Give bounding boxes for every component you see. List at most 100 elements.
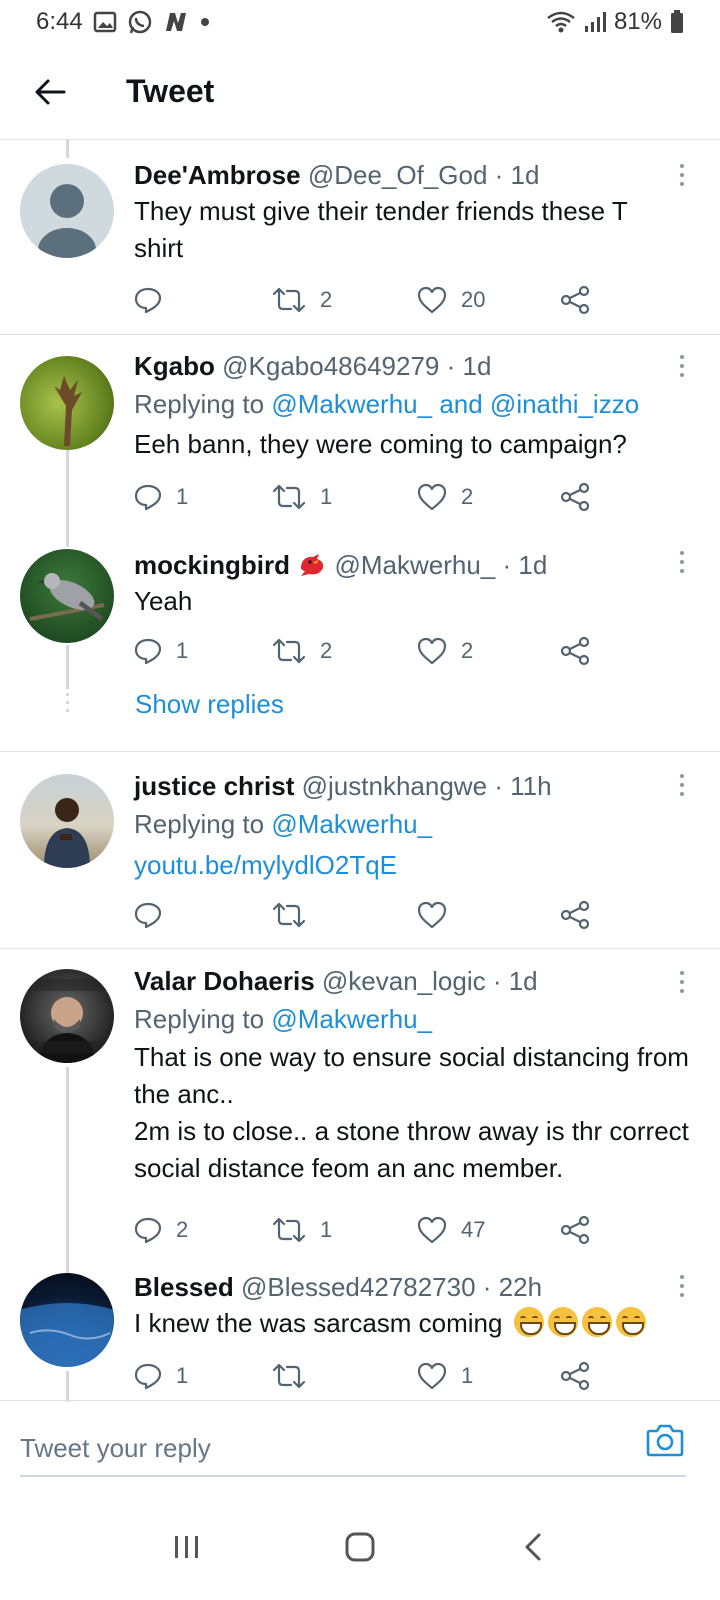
- replying-to: Replying to @Makwerhu_: [134, 1004, 433, 1034]
- replies-feed[interactable]: Dee'Ambrose @Dee_Of_God · 1d They must g…: [0, 140, 720, 1402]
- avatar[interactable]: [20, 969, 114, 1063]
- reply-button[interactable]: 1: [134, 1356, 188, 1396]
- retweet-button[interactable]: [272, 895, 320, 935]
- arrow-left-icon: [35, 79, 66, 104]
- back-button[interactable]: [20, 62, 80, 122]
- thread-line: [66, 140, 69, 158]
- author-handle[interactable]: @justnkhangwe: [302, 771, 487, 801]
- avatar[interactable]: [20, 1273, 114, 1367]
- retweet-button[interactable]: [272, 1356, 320, 1396]
- retweet-button[interactable]: 2: [272, 280, 332, 320]
- page-title: Tweet: [126, 73, 215, 109]
- tweet-item[interactable]: Valar Dohaeris @kevan_logic · 1d Replyin…: [0, 949, 720, 1259]
- tweet-text-continued: 2m is to close.. a stone throw away is t…: [134, 1116, 689, 1183]
- like-button[interactable]: 1: [417, 1356, 473, 1396]
- thread-line: [66, 533, 69, 547]
- retweet-button[interactable]: 2: [272, 631, 332, 671]
- tweet-actions: 1 2 2: [134, 631, 604, 671]
- retweet-icon: [272, 484, 306, 510]
- reply-count: 2: [176, 1217, 189, 1242]
- tweet-actions: 1 1 2: [134, 477, 604, 517]
- retweet-count: 1: [320, 484, 333, 509]
- tweet-item[interactable]: Dee'Ambrose @Dee_Of_God · 1d They must g…: [0, 140, 720, 335]
- thread-line: [66, 645, 69, 689]
- reply-icon: [134, 287, 162, 314]
- retweet-button[interactable]: 1: [272, 477, 332, 517]
- avatar[interactable]: [20, 774, 114, 868]
- mention-link[interactable]: @Makwerhu_: [271, 1004, 432, 1034]
- retweet-button[interactable]: 1: [272, 1210, 332, 1250]
- author-handle[interactable]: @kevan_logic: [322, 966, 486, 996]
- share-icon: [560, 636, 590, 666]
- more-options-button[interactable]: [678, 971, 686, 993]
- share-button[interactable]: [560, 631, 590, 671]
- tweet-text: That is one way to ensure social distanc…: [134, 1042, 689, 1109]
- home-button[interactable]: [330, 1517, 390, 1577]
- avatar[interactable]: [20, 164, 114, 258]
- reply-count: 1: [176, 638, 189, 663]
- battery-percent: 81%: [613, 8, 662, 35]
- share-button[interactable]: [560, 895, 590, 935]
- share-button[interactable]: [560, 477, 590, 517]
- reply-button[interactable]: 2: [134, 1210, 188, 1250]
- author-name[interactable]: Valar Dohaeris: [134, 966, 315, 996]
- mention-link[interactable]: @Makwerhu_ and @inathi_izzo: [271, 389, 639, 419]
- like-button[interactable]: 2: [417, 477, 473, 517]
- retweet-count: 2: [320, 638, 333, 663]
- camera-button[interactable]: [646, 1423, 686, 1463]
- share-button[interactable]: [560, 1210, 590, 1250]
- tweet-time: · 1d: [494, 160, 540, 190]
- author-handle[interactable]: @Makwerhu_: [334, 550, 495, 580]
- more-options-button[interactable]: [678, 355, 686, 377]
- avatar[interactable]: [20, 549, 114, 643]
- author-handle[interactable]: @Blessed42782730: [241, 1272, 476, 1302]
- mention-link[interactable]: @Makwerhu_: [271, 809, 432, 839]
- tweet-item[interactable]: justice christ @justnkhangwe · 11h Reply…: [0, 752, 720, 949]
- share-button[interactable]: [560, 280, 590, 320]
- reply-icon: [134, 638, 162, 665]
- more-options-button[interactable]: [678, 164, 686, 186]
- tweet-item[interactable]: Kgabo @Kgabo48649279 · 1d Replying to @M…: [0, 335, 720, 533]
- status-bar: 6:44 81%: [0, 0, 720, 44]
- back-nav-button[interactable]: [503, 1517, 563, 1577]
- author-name[interactable]: Kgabo: [134, 351, 215, 381]
- recents-button[interactable]: [157, 1517, 217, 1577]
- reply-icon: [134, 1363, 162, 1390]
- author-handle[interactable]: @Dee_Of_God: [308, 160, 488, 190]
- retweet-icon: [272, 902, 306, 928]
- like-count: 47: [461, 1217, 486, 1242]
- reply-input[interactable]: [20, 1421, 686, 1477]
- tweet-item[interactable]: Blessed @Blessed42782730 · 22h I knew th…: [0, 1259, 720, 1402]
- tweet-link[interactable]: youtu.be/mylydlO2TqE: [134, 844, 690, 886]
- like-button[interactable]: [417, 895, 461, 935]
- earth-photo-icon: [20, 1303, 114, 1367]
- author-handle[interactable]: @Kgabo48649279: [222, 351, 439, 381]
- more-options-button[interactable]: [678, 774, 686, 796]
- wifi-icon: [546, 10, 576, 34]
- tweet-item[interactable]: mockingbird @Makwerhu_ · 1d Yeah 1 2 2 S…: [0, 533, 720, 752]
- avatar[interactable]: [20, 356, 114, 450]
- reply-button[interactable]: 1: [134, 631, 188, 671]
- author-name[interactable]: Blessed: [134, 1272, 234, 1302]
- more-options-button[interactable]: [678, 551, 686, 573]
- grinning-emoji-icon: [547, 1307, 578, 1337]
- show-replies-link[interactable]: Show replies: [135, 689, 284, 720]
- default-avatar-icon: [38, 184, 96, 258]
- reply-button[interactable]: [134, 280, 176, 320]
- retweet-icon: [272, 638, 306, 664]
- like-button[interactable]: 47: [417, 1210, 485, 1250]
- like-button[interactable]: 2: [417, 631, 473, 671]
- retweet-icon: [272, 1217, 306, 1243]
- reply-button[interactable]: 1: [134, 477, 188, 517]
- share-icon: [560, 900, 590, 930]
- author-name[interactable]: mockingbird: [134, 550, 290, 580]
- avatar-image-icon: [54, 376, 82, 446]
- share-button[interactable]: [560, 1356, 590, 1396]
- author-name[interactable]: justice christ: [134, 771, 294, 801]
- reply-button[interactable]: [134, 895, 176, 935]
- like-button[interactable]: 20: [417, 280, 485, 320]
- heart-icon: [417, 637, 447, 665]
- whatsapp-icon: [127, 9, 153, 35]
- author-name[interactable]: Dee'Ambrose: [134, 160, 301, 190]
- more-options-button[interactable]: [678, 1275, 686, 1297]
